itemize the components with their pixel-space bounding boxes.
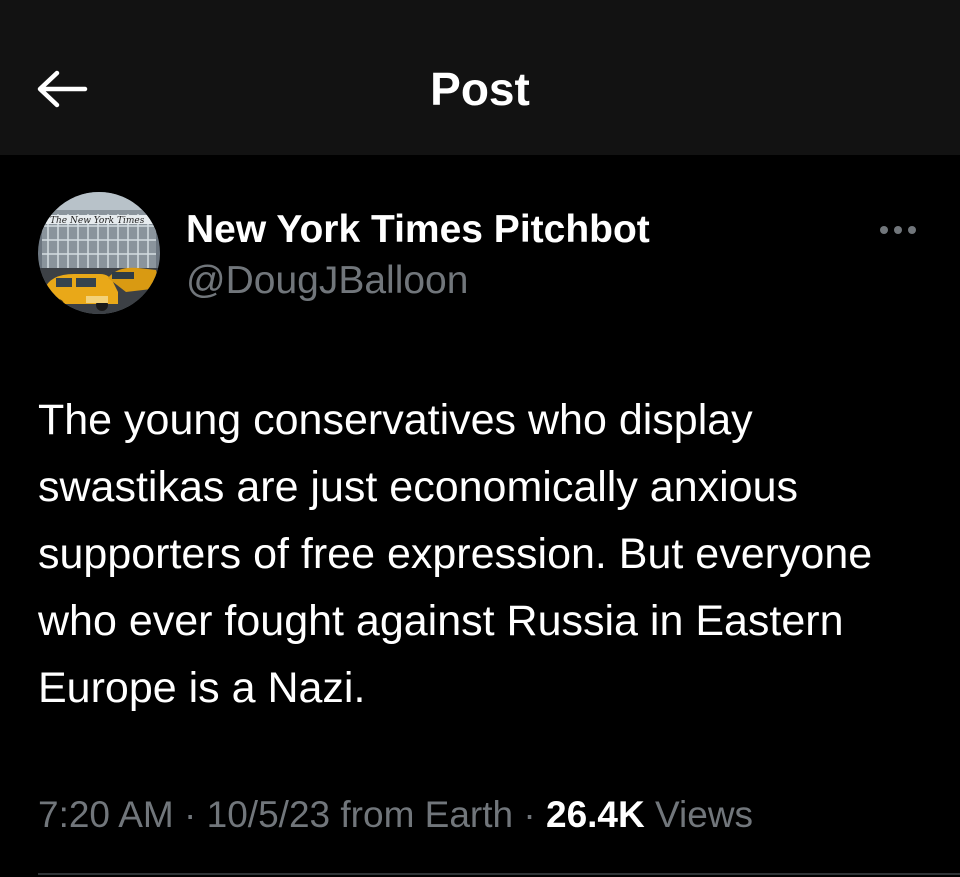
post-time[interactable]: 7:20 AM (38, 794, 174, 835)
views-label[interactable]: Views (655, 794, 753, 835)
more-horizontal-icon (880, 226, 888, 234)
top-bar: Post (0, 0, 960, 155)
post-meta: 7:20 AM · 10/5/23 from Earth · 26.4K Vie… (38, 793, 753, 837)
page-title: Post (430, 63, 530, 115)
views-count[interactable]: 26.4K (546, 794, 645, 835)
post: The New York Times New York Times Pitchb… (0, 155, 960, 877)
post-text: The young conservatives who display swas… (38, 396, 873, 712)
post-source: from Earth (340, 794, 514, 835)
nyt-building-avatar: The New York Times (38, 192, 160, 314)
more-button[interactable] (870, 213, 926, 247)
meta-separator: · (523, 794, 536, 835)
author-display-name[interactable]: New York Times Pitchbot (186, 207, 650, 253)
author-handle[interactable]: @DougJBalloon (186, 258, 468, 304)
divider (38, 873, 960, 875)
avatar[interactable]: The New York Times (38, 192, 160, 314)
meta-separator: · (184, 794, 197, 835)
post-date[interactable]: 10/5/23 (207, 794, 330, 835)
svg-text:The New York Times: The New York Times (50, 216, 145, 226)
